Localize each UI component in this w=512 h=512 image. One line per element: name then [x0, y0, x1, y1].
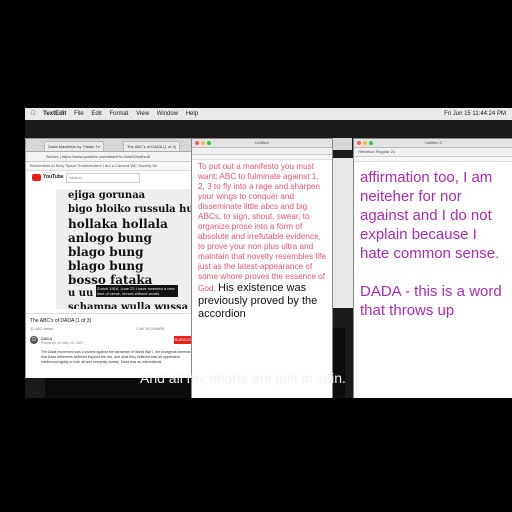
- dada-paragraph-1: affirmation too, I am neiteher for nor a…: [360, 169, 500, 262]
- video-verse-line: anlogo bung: [68, 231, 152, 245]
- window-title: Untitled 2: [425, 140, 442, 145]
- bookmarks-bar[interactable]: Bookmarks At Moly Space Smartstudent I A…: [26, 162, 201, 171]
- menu-help[interactable]: Help: [186, 108, 198, 120]
- menu-edit[interactable]: Edit: [91, 108, 101, 120]
- youtube-logo-icon[interactable]: [32, 174, 41, 181]
- video-subtitle: And all my efforts are just in vain.: [140, 370, 346, 386]
- minimize-icon[interactable]: [201, 141, 205, 145]
- video-verse-line: ejiga gorunaa: [68, 190, 146, 201]
- window-title: Untitled: [255, 140, 269, 145]
- video-verse-line: hollaka hollala: [68, 217, 168, 231]
- menubar-clock[interactable]: Fri Jun 15 11:44:24 PM: [444, 108, 506, 120]
- window-titlebar: Untitled: [192, 139, 332, 148]
- menu-app-name[interactable]: TextEdit: [43, 108, 66, 120]
- manifesto-pink-text: To put out a manifesto you must want: AB…: [198, 162, 326, 293]
- view-count: 11,882 views: [30, 326, 54, 331]
- channel-avatar[interactable]: D: [30, 336, 38, 344]
- video-description: The Dada movement was a protest against …: [41, 350, 191, 364]
- video-verse-line: schampa wulla wussa olobo: [68, 302, 201, 309]
- publish-date: Published on May 23, 2007: [41, 341, 84, 345]
- youtube-search-input[interactable]: Search: [66, 173, 140, 183]
- browser-tabs: Dada Manifesto by Tristan Tz The ABC's of…: [26, 139, 201, 152]
- zoom-icon[interactable]: [369, 141, 373, 145]
- screen-recording:  TextEdit File Edit Format View Window …: [25, 108, 512, 398]
- menu-file[interactable]: File: [74, 108, 84, 120]
- textedit-window-dada[interactable]: Untitled 2 Helvetica Regular 24 affirmat…: [353, 138, 512, 398]
- format-toolbar[interactable]: Helvetica Regular 24: [354, 148, 512, 157]
- menu-window[interactable]: Window: [157, 108, 178, 120]
- document-body[interactable]: affirmation too, I am neiteher for nor a…: [354, 162, 512, 345]
- video-caption: Zurich 1916, June 23 I have invented a n…: [96, 285, 178, 297]
- menu-format[interactable]: Format: [109, 108, 128, 120]
- window-titlebar: Untitled 2: [354, 139, 512, 148]
- browser-tab-active[interactable]: The ABC's of DADA (1 of 3): [122, 141, 180, 151]
- background-window-strip[interactable]: [331, 158, 354, 308]
- minimize-icon[interactable]: [363, 141, 367, 145]
- video-title: The ABC's of DADA (1 of 3): [30, 318, 92, 324]
- manifesto-black-text: His existence was previously proved by t…: [198, 282, 318, 320]
- zoom-icon[interactable]: [207, 141, 211, 145]
- document-body[interactable]: To put out a manifesto you must want: AB…: [192, 160, 332, 323]
- video-info-panel: The ABC's of DADA (1 of 3) 11,882 views …: [26, 313, 201, 378]
- close-icon[interactable]: [195, 141, 199, 145]
- youtube-header: YouTube Search: [32, 173, 192, 183]
- video-verse-line: blago bung: [68, 259, 144, 273]
- dada-paragraph-2: DADA - this is a word that throws up: [360, 283, 502, 319]
- browser-tab[interactable]: Dada Manifesto by Tristan Tz: [44, 141, 104, 151]
- apple-icon[interactable]: : [31, 108, 36, 120]
- like-share-row[interactable]: 1.4K 30 SHARE: [136, 326, 165, 331]
- menu-view[interactable]: View: [136, 108, 149, 120]
- youtube-wordmark[interactable]: YouTube: [43, 174, 64, 180]
- video-verse-line: blago bung: [68, 245, 144, 259]
- close-icon[interactable]: [357, 141, 361, 145]
- background-window-titlebar[interactable]: [332, 138, 352, 150]
- textedit-window-manifesto[interactable]: Untitled To put out a manifesto you must…: [191, 138, 333, 398]
- browser-window[interactable]: Dada Manifesto by Tristan Tz The ABC's of…: [25, 138, 202, 378]
- video-player[interactable]: ejiga gorunaa bigo bloiko russula huju h…: [56, 189, 201, 309]
- format-toolbar[interactable]: [192, 148, 332, 155]
- video-verse-line: bigo bloiko russula huju: [68, 204, 201, 215]
- address-bar[interactable]: Secure | https://www.youtube.com/watch?v…: [26, 152, 201, 162]
